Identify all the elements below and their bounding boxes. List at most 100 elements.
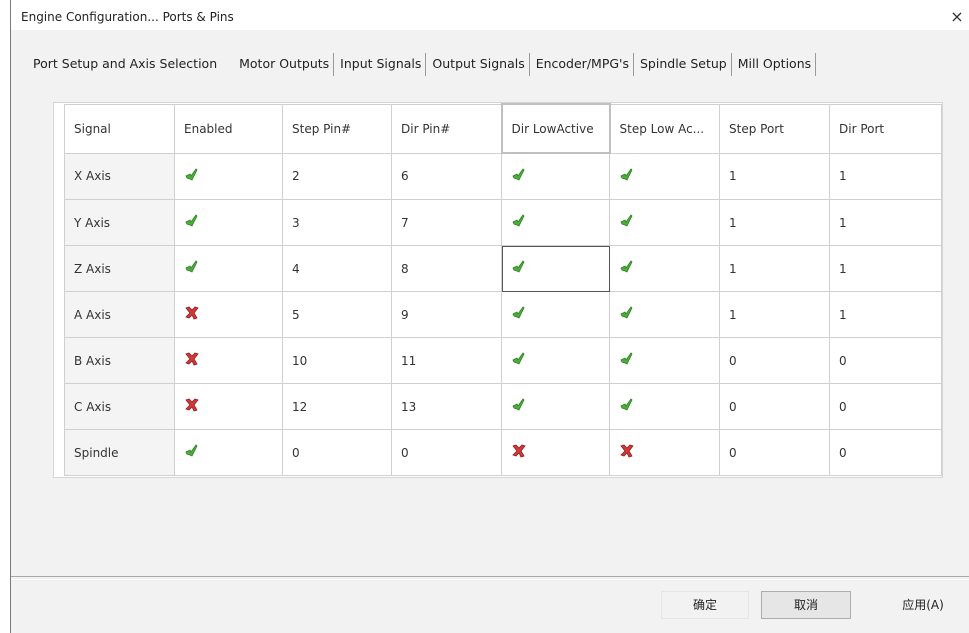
cell-dir-pin[interactable]: 7 xyxy=(391,199,502,246)
x-icon xyxy=(511,443,527,459)
x-icon xyxy=(184,397,200,413)
cell-signal[interactable]: A Axis xyxy=(64,291,175,338)
cell-step-port[interactable]: 1 xyxy=(719,152,830,200)
tab-output-signals[interactable]: Output Signals xyxy=(428,53,530,76)
cell-dir-pin[interactable]: 0 xyxy=(391,429,502,476)
tab-input-signals[interactable]: Input Signals xyxy=(336,53,427,76)
check-icon xyxy=(511,305,527,321)
cell-enabled[interactable] xyxy=(174,199,283,246)
x-icon xyxy=(184,305,200,321)
cell-dir-port[interactable]: 0 xyxy=(829,429,942,476)
cell-step-pin[interactable]: 3 xyxy=(282,199,392,246)
col-header-step-low-active[interactable]: Step Low Ac... xyxy=(609,103,720,154)
cell-step-pin[interactable]: 0 xyxy=(282,429,392,476)
cell-dir-low-active[interactable] xyxy=(501,199,610,246)
cell-dir-pin[interactable]: 11 xyxy=(391,337,502,384)
cell-dir-low-active[interactable] xyxy=(501,429,610,476)
cell-signal[interactable]: C Axis xyxy=(64,383,175,430)
cell-enabled[interactable] xyxy=(174,337,283,384)
cell-dir-pin[interactable]: 13 xyxy=(391,383,502,430)
cell-dir-port[interactable]: 1 xyxy=(829,199,942,246)
ok-button[interactable]: 确定 xyxy=(661,591,749,619)
apply-button[interactable]: 应用(A) xyxy=(879,591,967,619)
cell-dir-port[interactable]: 0 xyxy=(829,383,942,430)
col-header-step-pin[interactable]: Step Pin# xyxy=(282,103,392,154)
cell-step-pin[interactable]: 5 xyxy=(282,291,392,338)
cell-step-port[interactable]: 1 xyxy=(719,245,830,292)
tab-motor-outputs[interactable]: Motor Outputs xyxy=(235,53,335,76)
check-icon xyxy=(184,167,200,183)
cell-step-low-active[interactable] xyxy=(609,337,720,384)
footer-separator xyxy=(11,576,969,580)
check-icon xyxy=(511,213,527,229)
cell-dir-port[interactable]: 1 xyxy=(829,152,942,200)
cell-step-port[interactable]: 0 xyxy=(719,337,830,384)
cell-dir-pin[interactable]: 8 xyxy=(391,245,502,292)
table-row[interactable]: X Axis 2 6 1 1 xyxy=(64,152,942,200)
table-row[interactable]: C Axis 12 13 0 0 xyxy=(64,383,942,430)
cell-dir-port[interactable]: 1 xyxy=(829,291,942,338)
cell-dir-port[interactable]: 0 xyxy=(829,337,942,384)
cell-step-low-active[interactable] xyxy=(609,152,720,200)
cell-dir-low-active[interactable] xyxy=(501,152,610,200)
cell-enabled[interactable] xyxy=(174,245,283,292)
cell-step-pin[interactable]: 10 xyxy=(282,337,392,384)
cell-step-port[interactable]: 0 xyxy=(719,429,830,476)
table-row[interactable]: A Axis 5 9 1 1 xyxy=(64,291,942,338)
cell-enabled[interactable] xyxy=(174,383,283,430)
cell-enabled[interactable] xyxy=(174,152,283,200)
cell-dir-low-active[interactable] xyxy=(501,291,610,338)
check-icon xyxy=(619,397,635,413)
close-icon[interactable]: × xyxy=(948,9,966,27)
motor-outputs-grid: Signal Enabled Step Pin# Dir Pin# Dir Lo… xyxy=(53,102,943,478)
col-header-signal[interactable]: Signal xyxy=(64,103,175,154)
cell-signal[interactable]: Z Axis xyxy=(64,245,175,292)
cell-step-port[interactable]: 1 xyxy=(719,291,830,338)
check-icon xyxy=(511,397,527,413)
tab-strip: Port Setup and Axis Selection Motor Outp… xyxy=(23,50,818,76)
table-row[interactable]: B Axis 10 11 0 0 xyxy=(64,337,942,384)
check-icon xyxy=(619,259,635,275)
cell-dir-port[interactable]: 1 xyxy=(829,245,942,292)
cell-step-pin[interactable]: 4 xyxy=(282,245,392,292)
cell-step-low-active[interactable] xyxy=(609,199,720,246)
cell-dir-pin[interactable]: 9 xyxy=(391,291,502,338)
signal-table: Signal Enabled Step Pin# Dir Pin# Dir Lo… xyxy=(64,103,942,476)
tab-mill-options[interactable]: Mill Options xyxy=(734,53,817,76)
cell-step-low-active[interactable] xyxy=(609,383,720,430)
cell-step-port[interactable]: 0 xyxy=(719,383,830,430)
table-row[interactable]: Y Axis 3 7 1 1 xyxy=(64,199,942,246)
cell-signal[interactable]: B Axis xyxy=(64,337,175,384)
cell-dir-low-active[interactable] xyxy=(501,383,610,430)
cell-dir-low-active[interactable] xyxy=(501,337,610,384)
col-header-dir-low-active[interactable]: Dir LowActive xyxy=(500,103,611,154)
table-row[interactable]: Z Axis 4 8 1 1 xyxy=(64,245,942,292)
cell-step-low-active[interactable] xyxy=(609,291,720,338)
table-row[interactable]: Spindle 0 0 0 0 xyxy=(64,429,942,476)
cell-signal[interactable]: Y Axis xyxy=(64,199,175,246)
col-header-dir-port[interactable]: Dir Port xyxy=(829,103,942,154)
col-header-dir-pin[interactable]: Dir Pin# xyxy=(391,103,502,154)
cell-dir-pin[interactable]: 6 xyxy=(391,152,502,200)
cell-step-low-active[interactable] xyxy=(609,429,720,476)
tab-encoder-mpg[interactable]: Encoder/MPG's xyxy=(532,53,634,76)
col-header-step-port[interactable]: Step Port xyxy=(719,103,830,154)
cancel-button[interactable]: 取消 xyxy=(761,591,851,619)
cell-step-low-active[interactable] xyxy=(609,245,720,292)
cell-enabled[interactable] xyxy=(174,291,283,338)
cell-step-port[interactable]: 1 xyxy=(719,199,830,246)
cell-step-pin[interactable]: 12 xyxy=(282,383,392,430)
cell-enabled[interactable] xyxy=(174,429,283,476)
tab-spindle-setup[interactable]: Spindle Setup xyxy=(636,53,732,76)
cell-step-pin[interactable]: 2 xyxy=(282,152,392,200)
header-row: Signal Enabled Step Pin# Dir Pin# Dir Lo… xyxy=(64,103,942,154)
window-title: Engine Configuration... Ports & Pins xyxy=(21,10,234,24)
check-icon xyxy=(511,351,527,367)
cell-dir-low-active[interactable] xyxy=(501,245,610,292)
check-icon xyxy=(511,167,527,183)
col-header-enabled[interactable]: Enabled xyxy=(174,103,283,154)
check-icon xyxy=(619,351,635,367)
cell-signal[interactable]: Spindle xyxy=(64,429,175,476)
tab-port-setup[interactable]: Port Setup and Axis Selection xyxy=(23,53,221,76)
cell-signal[interactable]: X Axis xyxy=(64,152,175,200)
